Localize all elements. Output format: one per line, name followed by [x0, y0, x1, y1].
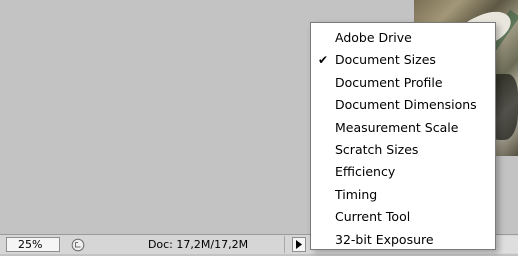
status-menu-button[interactable] — [292, 237, 306, 252]
menu-item-current-tool[interactable]: Current Tool — [311, 206, 495, 228]
menu-item-scratch-sizes[interactable]: Scratch Sizes — [311, 139, 495, 161]
menu-item-document-dimensions[interactable]: Document Dimensions — [311, 94, 495, 116]
status-info-menu: Adobe Drive ✔ Document Sizes Document Pr… — [310, 22, 496, 250]
check-icon: ✔ — [317, 53, 329, 68]
menu-item-label: Document Sizes — [335, 52, 436, 68]
status-divider — [284, 236, 285, 253]
menu-item-label: Scratch Sizes — [335, 141, 419, 157]
menu-item-efficiency[interactable]: Efficiency — [311, 161, 495, 183]
menu-item-label: 32-bit Exposure — [335, 231, 434, 247]
document-size-info: Doc: 17,2M/17,2M — [147, 238, 249, 251]
menu-item-label: Document Dimensions — [335, 97, 477, 113]
menu-item-label: Document Profile — [335, 74, 443, 90]
menu-item-document-sizes[interactable]: ✔ Document Sizes — [311, 49, 495, 71]
history-icon[interactable] — [71, 237, 85, 252]
menu-item-label: Adobe Drive — [335, 30, 412, 45]
zoom-level-field[interactable]: 25% — [6, 237, 60, 252]
menu-item-adobe-drive[interactable]: Adobe Drive — [311, 27, 495, 49]
menu-item-label: Efficiency — [335, 164, 396, 180]
menu-item-timing[interactable]: Timing — [311, 184, 495, 206]
menu-item-measurement-scale[interactable]: Measurement Scale — [311, 117, 495, 139]
menu-item-label: Timing — [335, 186, 378, 202]
menu-item-label: Current Tool — [335, 209, 411, 225]
menu-item-label: Measurement Scale — [335, 119, 459, 135]
menu-item-document-profile[interactable]: Document Profile — [311, 72, 495, 94]
menu-item-32-bit-exposure[interactable]: 32-bit Exposure — [311, 229, 495, 251]
